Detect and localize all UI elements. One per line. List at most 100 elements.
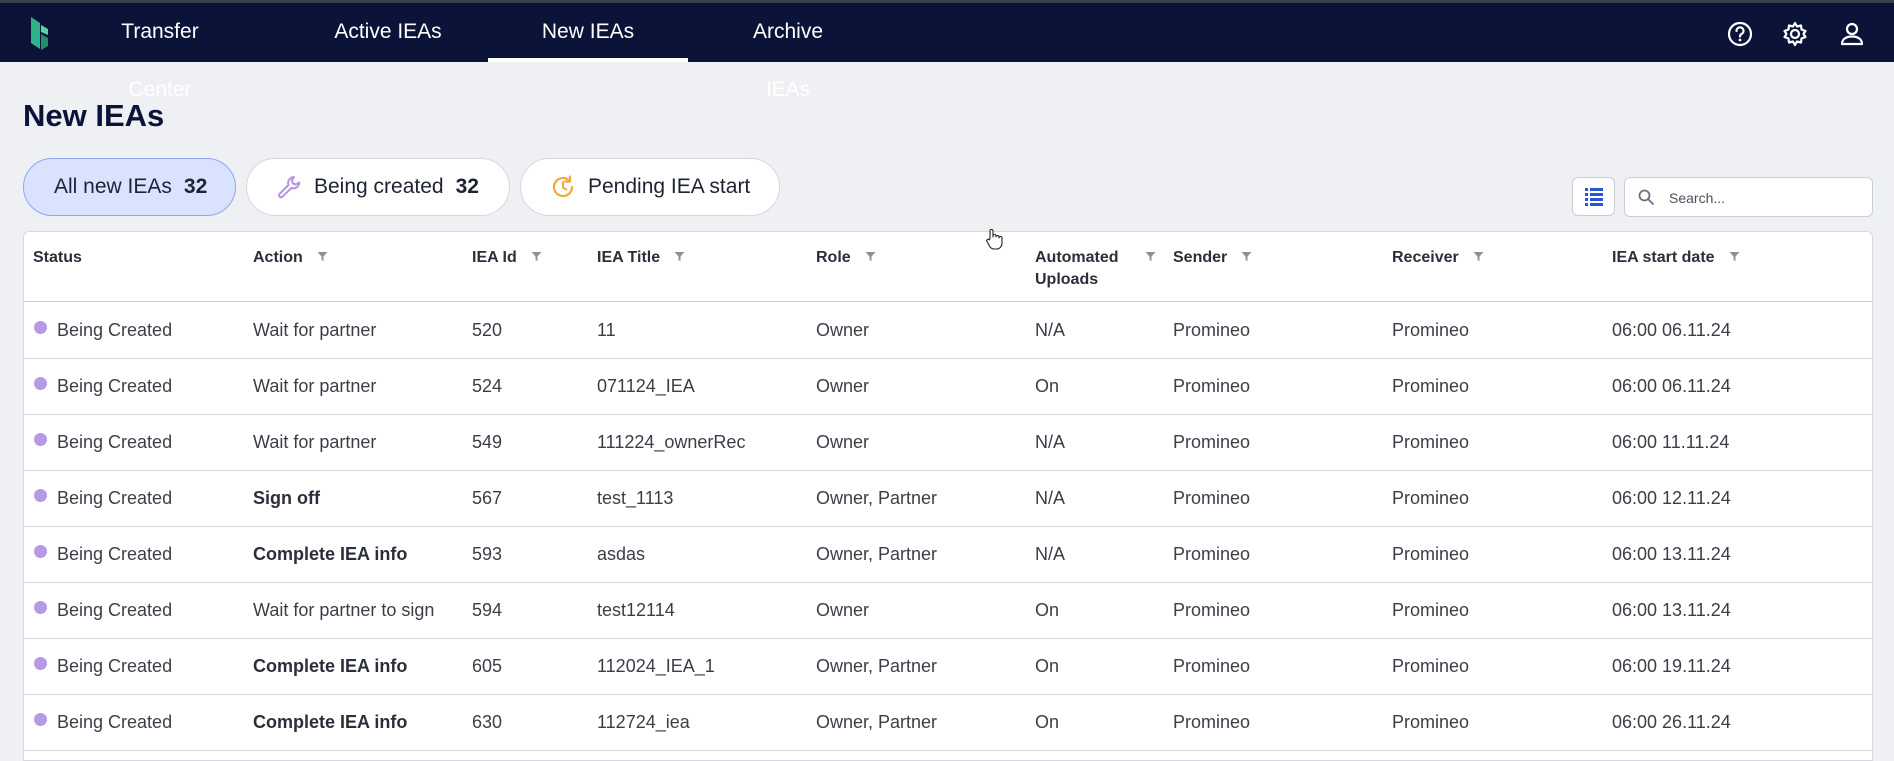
filter-icon[interactable]	[1145, 251, 1156, 262]
filter-all-new-ieas[interactable]: All new IEAs 32	[23, 158, 236, 216]
filter-being-created[interactable]: Being created 32	[246, 158, 510, 216]
nav-new-ieas[interactable]: New IEAs	[488, 3, 688, 62]
cell-automated-uploads: On	[1035, 712, 1060, 732]
cell-receiver: Promineo	[1392, 432, 1470, 452]
column-view-toggle-button[interactable]	[1572, 177, 1615, 216]
table-header: Status Action IEA Id IEA Title Role Auto…	[24, 232, 1872, 302]
cell-role: Owner	[816, 320, 870, 340]
status-dot	[34, 433, 47, 446]
table-row[interactable]: Being Created Complete IEA info 605 112024_…	[24, 638, 1872, 695]
cell-status: Being Created	[57, 600, 173, 620]
cell-role: Owner, Partner	[816, 656, 938, 676]
filter-icon[interactable]	[531, 251, 542, 262]
nav-archive-ieas[interactable]: Archive IEAs	[728, 3, 848, 101]
cell-iea-start-date: 06:00 13.11.24	[1612, 600, 1731, 620]
filter-icon[interactable]	[1473, 251, 1484, 262]
cell-iea-id: 630	[472, 712, 503, 732]
filter-label: Pending IEA start	[588, 175, 751, 198]
filter-icon[interactable]	[1729, 251, 1740, 262]
column-header-iea-title: IEA Title	[597, 247, 685, 269]
cell-iea-title: 11	[597, 320, 616, 340]
filter-icon[interactable]	[865, 251, 876, 262]
cell-automated-uploads: On	[1035, 376, 1060, 396]
cell-receiver: Promineo	[1392, 376, 1470, 396]
cell-automated-uploads: N/A	[1035, 320, 1066, 340]
status-dot	[34, 545, 47, 558]
column-header-label: IEA Title	[597, 249, 661, 266]
column-header-iea-start-date: IEA start date	[1612, 247, 1740, 269]
cell-iea-title: 112024_IEA_1	[597, 656, 715, 676]
column-header-sender: Sender	[1173, 247, 1252, 269]
cell-iea-start-date: 06:00 19.11.24	[1612, 656, 1731, 676]
column-header-label: Status	[33, 249, 82, 266]
cell-iea-start-date: 06:00 12.11.24	[1612, 488, 1731, 508]
cell-sender: Promineo	[1173, 656, 1251, 676]
cell-automated-uploads: On	[1035, 656, 1060, 676]
cell-action[interactable]: Complete IEA info	[253, 526, 407, 582]
status-dot	[34, 321, 47, 334]
cell-iea-id: 605	[472, 656, 503, 676]
column-header-iea-id: IEA Id	[472, 247, 542, 269]
settings-gear-icon[interactable]	[1780, 19, 1810, 49]
cell-status: Being Created	[57, 320, 173, 340]
search-input[interactable]	[1667, 178, 1867, 218]
cell-role: Owner, Partner	[816, 544, 938, 564]
cell-status: Being Created	[57, 376, 173, 396]
page-title: New IEAs	[23, 98, 165, 133]
table-row[interactable]: Being Created Wait for partner 524 071124_I…	[24, 358, 1872, 415]
cell-iea-title: 071124_IEA	[597, 376, 695, 396]
cell-receiver: Promineo	[1392, 320, 1470, 340]
cell-role: Owner, Partner	[816, 488, 938, 508]
filter-icon[interactable]	[1241, 251, 1252, 262]
cell-iea-start-date: 06:00 06.11.24	[1612, 320, 1731, 340]
cell-sender: Promineo	[1173, 712, 1251, 732]
filter-label: Being created	[314, 175, 444, 198]
cell-action[interactable]: Complete IEA info	[253, 638, 407, 694]
cell-action: Wait for partner	[253, 376, 377, 396]
help-icon[interactable]	[1725, 19, 1755, 49]
cell-sender: Promineo	[1173, 320, 1251, 340]
table-row[interactable]: Being Created Wait for partner to sign 594…	[24, 582, 1872, 639]
cell-iea-id: 524	[472, 376, 503, 396]
cell-automated-uploads: N/A	[1035, 544, 1066, 564]
table-row[interactable]: Being Created Sign off 567 test_1113 Owner, …	[24, 470, 1872, 527]
app-logo-icon[interactable]	[28, 15, 50, 53]
hand-cursor-icon	[986, 229, 1003, 250]
table-row[interactable]: Being Created Complete IEA info 630 112724_…	[24, 694, 1872, 751]
cell-role: Owner, Partner	[816, 712, 938, 732]
filter-icon[interactable]	[674, 251, 685, 262]
table-row[interactable]: Being Created Wait for partner 520 11 Owner N…	[24, 302, 1872, 359]
cell-action[interactable]: Complete IEA info	[253, 694, 407, 750]
cell-status: Being Created	[57, 488, 173, 508]
cell-role: Owner	[816, 600, 870, 620]
search-box[interactable]	[1624, 177, 1873, 218]
column-header-label: IEA start date	[1612, 249, 1715, 266]
status-dot	[34, 377, 47, 390]
nav-active-ieas[interactable]: Active IEAs	[334, 3, 442, 62]
table-row[interactable]: Being Created Wait for partner 549 111224_o…	[24, 414, 1872, 471]
user-account-icon[interactable]	[1837, 19, 1867, 49]
cell-iea-start-date: 06:00 06.11.24	[1612, 376, 1731, 396]
cell-receiver: Promineo	[1392, 544, 1470, 564]
filter-pending-iea-start[interactable]: Pending IEA start	[520, 158, 780, 216]
cell-iea-title: 112724_iea	[597, 712, 690, 732]
column-header-receiver: Receiver	[1392, 247, 1484, 269]
search-icon	[1638, 189, 1654, 205]
cell-sender: Promineo	[1173, 600, 1251, 620]
cell-receiver: Promineo	[1392, 712, 1470, 732]
column-header-label: Automated Uploads	[1035, 249, 1119, 288]
filter-count: 32	[183, 175, 208, 198]
cell-iea-id: 549	[472, 432, 503, 452]
cell-automated-uploads: N/A	[1035, 432, 1066, 452]
status-dot	[34, 601, 47, 614]
cell-action: Wait for partner	[253, 320, 377, 340]
nav-transfer-center[interactable]: Transfer Center	[92, 3, 228, 101]
filter-icon[interactable]	[317, 251, 328, 262]
list-columns-icon	[1584, 187, 1603, 206]
cell-action[interactable]: Sign off	[253, 470, 320, 526]
cell-role: Owner	[816, 432, 870, 452]
cell-iea-title: test_1113	[597, 488, 674, 508]
cell-receiver: Promineo	[1392, 600, 1470, 620]
table-row[interactable]: Being Created Complete IEA info 593 asdas Ow…	[24, 526, 1872, 583]
filter-label: All new IEAs	[54, 175, 172, 198]
